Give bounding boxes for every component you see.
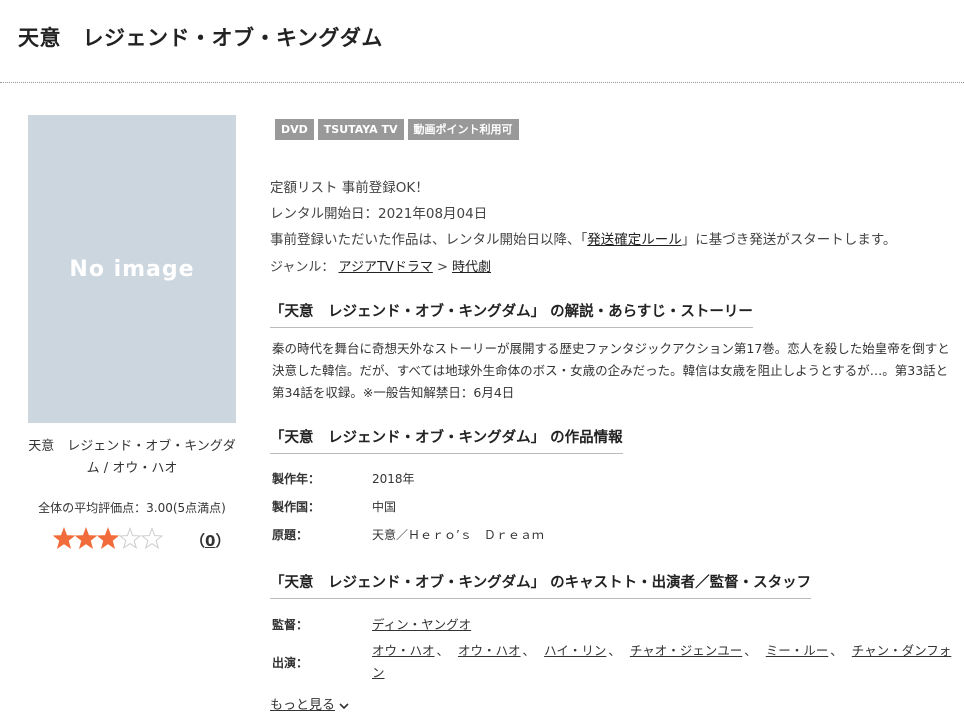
cast-separator: 、 bbox=[830, 643, 843, 658]
genre-separator: > bbox=[436, 260, 448, 275]
badge-list: DVD TSUTAYA TV 動画ポイント利用可 bbox=[275, 119, 519, 140]
review-count-close: ） bbox=[215, 532, 231, 550]
star-filled-icon bbox=[97, 527, 119, 549]
shipping-note-post: 」に基づき発送がスタートします。 bbox=[681, 232, 897, 248]
cast-separator: 、 bbox=[744, 643, 757, 658]
genre-label: ジャンル： bbox=[270, 260, 335, 275]
review-count-open: （ bbox=[190, 532, 206, 550]
badge-video-points: 動画ポイント利用可 bbox=[407, 119, 519, 140]
shipping-note: 事前登録いただいた作品は、レンタル開始日以降、「発送確定ルール」に基づき発送がス… bbox=[270, 228, 896, 248]
synopsis-heading: 「天意 レジェンド・オブ・キングダム」 の解説・あらすじ・ストーリー bbox=[270, 300, 753, 328]
shipping-note-pre: 事前登録いただいた作品は、レンタル開始日以降、「 bbox=[270, 232, 588, 248]
synopsis-text: 秦の時代を舞台に奇想天外なストーリーが展開する歴史ファンタジックアクション第17… bbox=[272, 341, 950, 400]
review-count-link[interactable]: 0 bbox=[205, 532, 215, 550]
star-filled-icon bbox=[75, 527, 97, 549]
badge-tsutaya-tv: TSUTAYA TV bbox=[317, 119, 404, 140]
list-note: 定額リスト 事前登録OK！ bbox=[270, 180, 429, 196]
original-title-value: 天意／Ｈｅｒｏ’ｓ Ｄｒｅａｍ bbox=[372, 528, 544, 542]
cast-member-link[interactable]: ハイ・リン bbox=[544, 643, 606, 658]
title-divider bbox=[0, 82, 964, 83]
original-title-label: 原題： bbox=[272, 528, 309, 542]
production-year-value: 2018年 bbox=[372, 472, 415, 486]
director-link[interactable]: ディン・ヤングオ bbox=[372, 614, 471, 633]
cast-member-link[interactable]: オウ・ハオ bbox=[458, 643, 521, 658]
cast-separator: 、 bbox=[608, 643, 621, 658]
badge-dvd: DVD bbox=[275, 119, 314, 140]
star-empty-icon bbox=[141, 527, 163, 549]
chevron-down-icon bbox=[339, 702, 349, 709]
genre-link-asian-tv-drama[interactable]: アジアTVドラマ bbox=[339, 260, 433, 275]
product-name: 天意 レジェンド・オブ・キングダム / オウ・ハオ bbox=[28, 439, 236, 476]
page-title: 天意 レジェンド・オブ・キングダム bbox=[18, 26, 383, 50]
genre-link-period-drama[interactable]: 時代劇 bbox=[452, 260, 491, 275]
cast-separator: 、 bbox=[522, 643, 536, 658]
rental-start-date: レンタル開始日：2021年08月04日 bbox=[270, 206, 488, 222]
director-label: 監督： bbox=[272, 618, 309, 632]
production-year-label: 製作年： bbox=[272, 472, 321, 486]
more-link[interactable]: もっと見る bbox=[270, 694, 349, 713]
cast-member-link[interactable]: ミー・ルー bbox=[766, 643, 829, 658]
cast-member-link[interactable]: オウ・ハオ bbox=[372, 643, 435, 658]
genre-line: ジャンル： アジアTVドラマ > 時代劇 bbox=[270, 256, 491, 275]
review-count: （0） bbox=[190, 530, 230, 551]
more-link-label: もっと見る bbox=[270, 698, 336, 713]
no-image-text: No image bbox=[69, 256, 195, 282]
average-rating-text: 全体の平均評価点：3.00(5点満点) bbox=[38, 501, 226, 515]
production-country-value: 中国 bbox=[372, 500, 397, 514]
no-image-placeholder: No image bbox=[28, 115, 236, 423]
rating-stars bbox=[53, 526, 163, 552]
cast-list: オウ・ハオ、オウ・ハオ、ハイ・リン、チャオ・ジェンユー、ミー・ルー、チャン・ダン… bbox=[372, 640, 954, 684]
work-info-heading: 「天意 レジェンド・オブ・キングダム」 の作品情報 bbox=[270, 426, 623, 454]
star-filled-icon bbox=[53, 527, 75, 549]
cast-heading: 「天意 レジェンド・オブ・キングダム」 のキャストト・出演者／監督・スタッフ bbox=[270, 571, 812, 599]
star-empty-icon bbox=[119, 527, 141, 549]
shipping-rule-link[interactable]: 発送確定ルール bbox=[587, 232, 682, 248]
cast-separator: 、 bbox=[436, 643, 450, 658]
cast-label: 出演： bbox=[272, 656, 309, 670]
cast-member-link[interactable]: チャオ・ジェンユー bbox=[630, 643, 742, 658]
production-country-label: 製作国： bbox=[272, 500, 321, 514]
